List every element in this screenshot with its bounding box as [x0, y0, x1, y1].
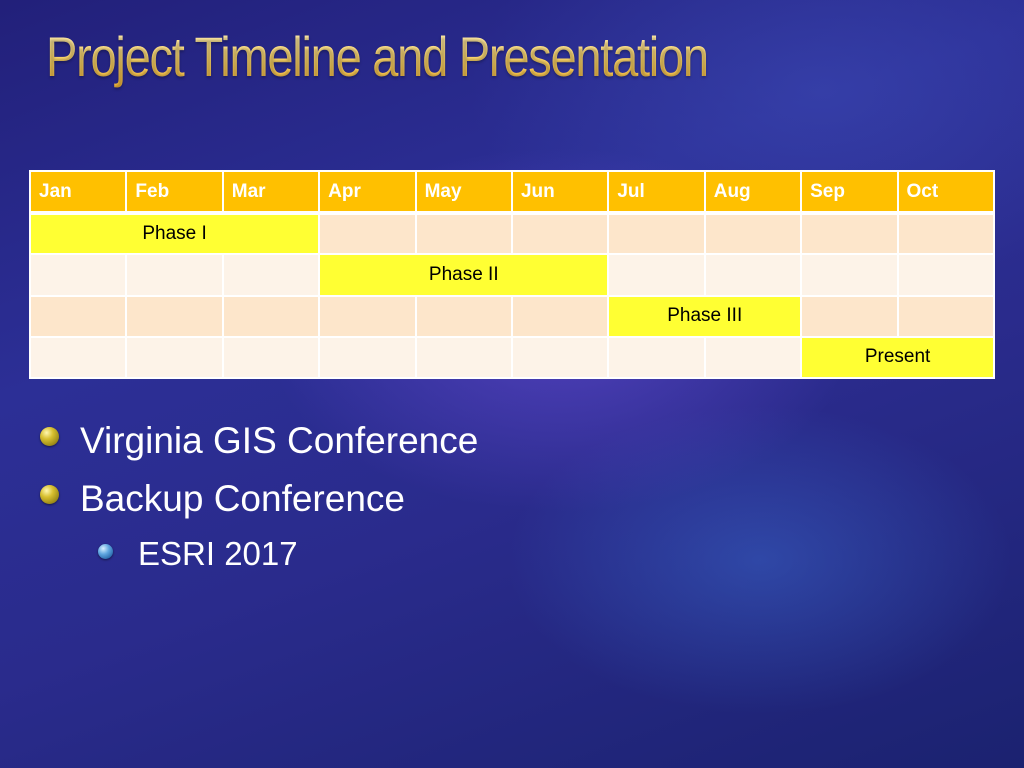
empty-cell: [125, 253, 224, 297]
empty-cell: [28, 253, 128, 297]
empty-cell: [318, 211, 417, 256]
empty-cell: [318, 335, 417, 380]
empty-cell: [607, 253, 706, 297]
empty-cell: [510, 211, 610, 256]
empty-cell: [607, 211, 706, 256]
gold-bullet-icon: [40, 485, 59, 504]
empty-cell: [28, 294, 128, 338]
empty-cell: [703, 253, 803, 297]
empty-cell: [28, 335, 128, 380]
slide-title: Project Timeline and Presentation: [46, 22, 709, 92]
month-header: Oct: [896, 170, 996, 215]
phase-bar: Phase III: [607, 294, 803, 338]
bullet-text: Backup Conference: [80, 478, 405, 519]
empty-cell: [703, 211, 803, 256]
empty-cell: [607, 335, 706, 380]
empty-cell: [510, 335, 610, 380]
bullet-list: Virginia GIS Conference Backup Conferenc…: [40, 412, 478, 580]
month-header: Apr: [318, 170, 417, 215]
phase-bar: Present: [800, 335, 995, 380]
month-header: Feb: [125, 170, 224, 215]
month-header: Aug: [703, 170, 803, 215]
empty-cell: [800, 294, 899, 338]
timeline-row-phase-2: Phase II: [28, 253, 996, 297]
empty-cell: [510, 294, 610, 338]
timeline-table: Jan Feb Mar Apr May Jun Jul Aug Sep Oct …: [28, 170, 996, 380]
timeline-row-present: Present: [28, 335, 995, 380]
timeline-row-phase-3: Phase III: [28, 294, 996, 338]
empty-cell: [896, 211, 996, 256]
month-header: Mar: [221, 170, 321, 215]
timeline-header-row: Jan Feb Mar Apr May Jun Jul Aug Sep Oct: [28, 170, 996, 215]
empty-cell: [800, 211, 899, 256]
empty-cell: [414, 211, 513, 256]
month-header: Jan: [28, 170, 128, 215]
phase-bar: Phase I: [28, 211, 321, 256]
bullet-text: ESRI 2017: [138, 535, 298, 572]
empty-cell: [221, 335, 321, 380]
month-header: Jul: [607, 170, 706, 215]
empty-cell: [800, 253, 899, 297]
empty-cell: [414, 335, 513, 380]
month-header: May: [414, 170, 513, 215]
empty-cell: [318, 294, 417, 338]
month-header: Jun: [510, 170, 610, 215]
phase-bar: Phase II: [318, 253, 610, 297]
empty-cell: [414, 294, 513, 338]
empty-cell: [221, 294, 321, 338]
bullet-item: Backup Conference: [40, 470, 478, 528]
empty-cell: [125, 294, 224, 338]
empty-cell: [896, 253, 996, 297]
gold-bullet-icon: [40, 427, 59, 446]
blue-bullet-icon: [98, 544, 113, 559]
timeline-row-phase-1: Phase I: [28, 211, 996, 256]
empty-cell: [125, 335, 224, 380]
empty-cell: [896, 294, 996, 338]
empty-cell: [221, 253, 321, 297]
empty-cell: [703, 335, 803, 380]
bullet-text: Virginia GIS Conference: [80, 420, 479, 461]
sub-bullet-item: ESRI 2017: [40, 528, 478, 580]
month-header: Sep: [800, 170, 899, 215]
bullet-item: Virginia GIS Conference: [40, 412, 478, 470]
